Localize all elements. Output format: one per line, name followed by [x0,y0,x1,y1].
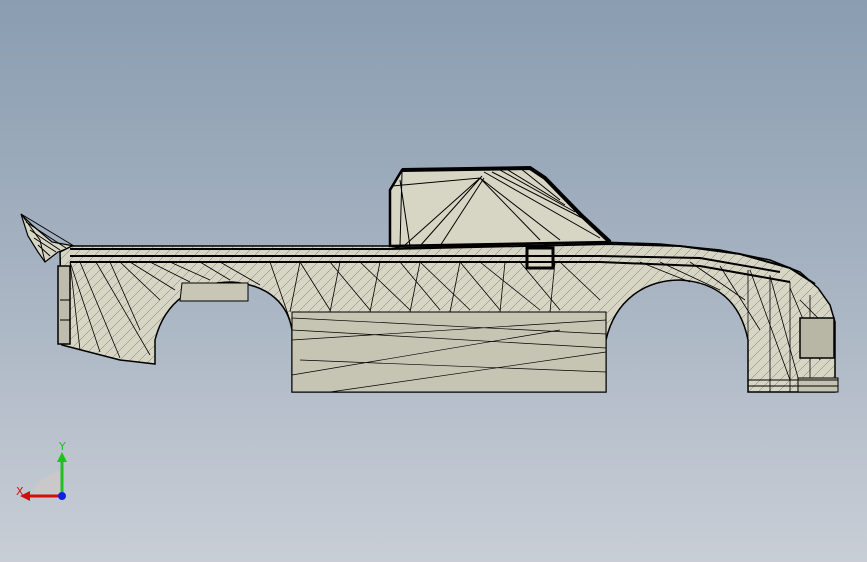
car-body-model[interactable] [0,0,867,562]
3d-viewport[interactable]: Y X [0,0,867,562]
orientation-triad[interactable]: Y X [10,438,80,508]
y-axis-arrow [57,452,67,462]
xy-plane-indicator [32,470,62,496]
x-axis-label: X [16,485,24,498]
cockpit-roof [388,165,614,248]
side-skirt-panel [291,311,607,393]
rear-end [57,265,71,345]
y-axis-label: Y [58,440,66,453]
side-vent [179,282,249,302]
z-axis-dot [58,492,66,500]
door-handle [525,246,555,270]
